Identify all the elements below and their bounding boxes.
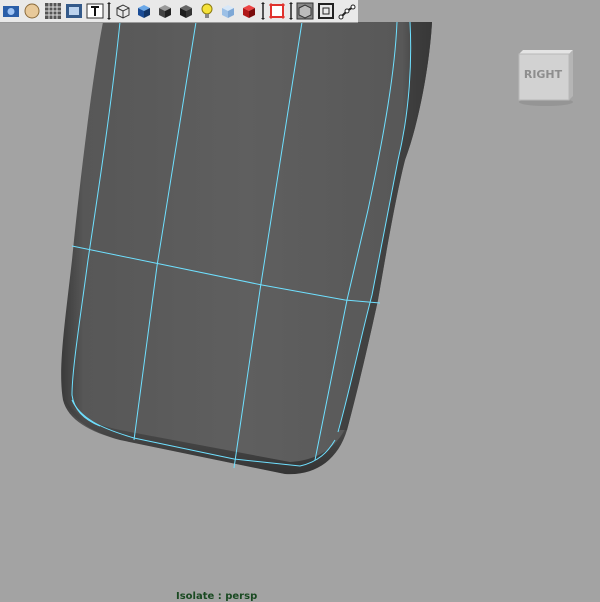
- viewport-label: Isolate : persp: [176, 591, 258, 602]
- viewport-toolbar: [0, 0, 358, 23]
- textured-cube-icon: [243, 5, 255, 18]
- smooth-shade-button[interactable]: [134, 1, 154, 21]
- film-gate-icon: [66, 4, 82, 18]
- film-gate-button[interactable]: [64, 1, 84, 21]
- sphere-shade-button[interactable]: [22, 1, 42, 21]
- perspective-viewport[interactable]: RIGHT Isolate : persp: [0, 0, 600, 602]
- flat-shade-cube-icon: [159, 5, 171, 18]
- camera-icon: [3, 6, 19, 17]
- grid-button[interactable]: [43, 1, 63, 21]
- toolbar-separator: [260, 1, 266, 21]
- lighting-button[interactable]: [197, 1, 217, 21]
- light-bulb-icon: [201, 3, 213, 18]
- grid-icon: [45, 3, 61, 19]
- sphere-shade-icon: [24, 3, 40, 19]
- frame-all-icon: [318, 3, 334, 19]
- xray-joints-icon: [296, 2, 314, 20]
- frame-all-button[interactable]: [316, 1, 336, 21]
- skeleton-joint-icon: [338, 4, 356, 20]
- view-cube[interactable]: RIGHT: [517, 50, 575, 106]
- camera-button[interactable]: [1, 1, 21, 21]
- mesh-model[interactable]: [0, 0, 600, 600]
- xray-icon: [222, 5, 234, 18]
- textured-button[interactable]: [239, 1, 259, 21]
- wireframe-cube-icon: [116, 4, 130, 19]
- bounding-box-cube-icon: [180, 5, 192, 18]
- text-button[interactable]: [85, 1, 105, 21]
- isolate-select-icon: [269, 3, 285, 19]
- bounding-box-button[interactable]: [176, 1, 196, 21]
- wireframe-button[interactable]: [113, 1, 133, 21]
- xray-button[interactable]: [218, 1, 238, 21]
- view-cube-label[interactable]: RIGHT: [517, 68, 569, 81]
- skeleton-joint-button[interactable]: [337, 1, 357, 21]
- flat-shade-button[interactable]: [155, 1, 175, 21]
- xray-joints-button[interactable]: [295, 1, 315, 21]
- mesh-body: [61, 22, 432, 475]
- toolbar-separator: [288, 1, 294, 21]
- toolbar-separator: [106, 1, 112, 21]
- text-icon: [86, 3, 104, 19]
- smooth-shade-cube-icon: [138, 5, 150, 18]
- isolate-select-button[interactable]: [267, 1, 287, 21]
